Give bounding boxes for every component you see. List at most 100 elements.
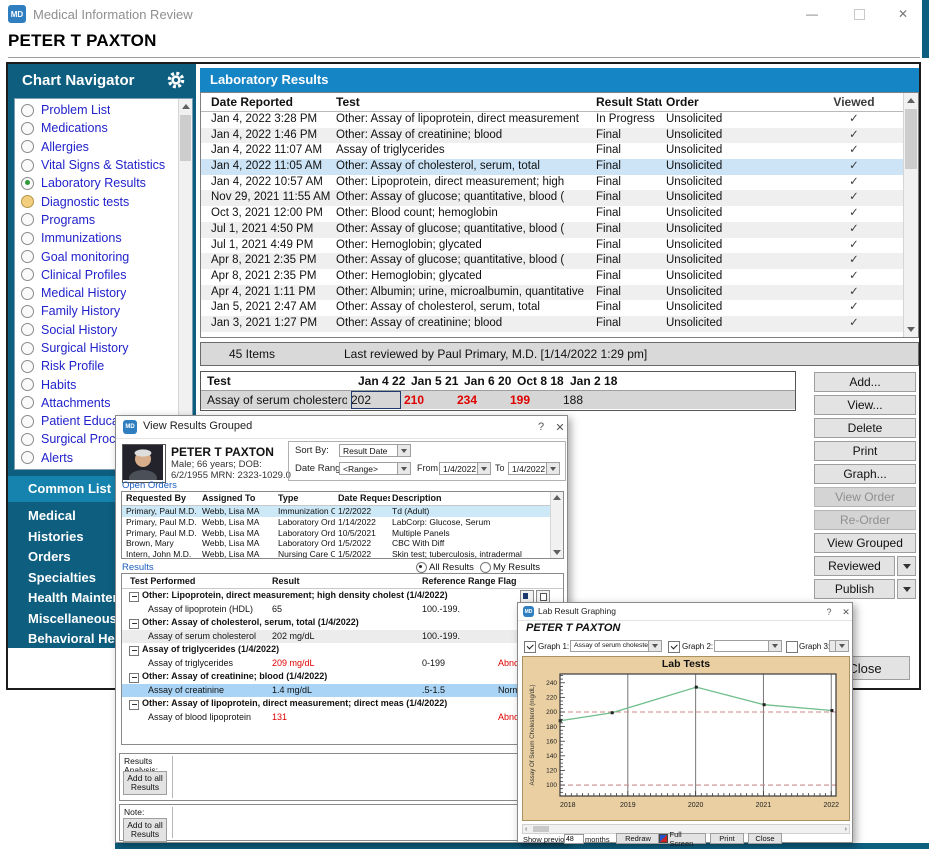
open-order-row[interactable]: Intern, John M.D.Webb, Lisa MANursing Ca… (122, 549, 563, 559)
collapse-icon[interactable] (129, 646, 139, 656)
dialog-close-button[interactable]: ✕ (838, 604, 854, 620)
result-group-row[interactable]: Other: Lipoprotein, direct measurement; … (122, 589, 563, 603)
table-row[interactable]: Oct 3, 2021 12:00 PMOther: Blood count; … (201, 206, 918, 222)
table-row[interactable]: Apr 8, 2021 2:35 PMOther: Assay of gluco… (201, 253, 918, 269)
lab-table-scrollbar[interactable] (903, 93, 918, 337)
scroll-left-icon[interactable]: ‹ (525, 826, 527, 833)
months-input[interactable] (564, 834, 584, 844)
minimize-button[interactable]: — (797, 4, 827, 24)
help-button[interactable]: ? (821, 604, 837, 620)
help-button[interactable]: ? (533, 419, 549, 435)
trend-data-row[interactable]: Assay of serum cholesterol 2022102341991… (201, 390, 795, 409)
scroll-up-icon[interactable] (553, 495, 561, 500)
collapse-icon[interactable] (129, 700, 139, 710)
sidebar-item-allergies[interactable]: Allergies (15, 138, 192, 156)
collapse-icon[interactable] (129, 673, 139, 683)
graph3-dropdown[interactable] (829, 640, 849, 652)
reviewed-button[interactable]: Reviewed (814, 556, 895, 576)
sidebar-item-immunizations[interactable]: Immunizations (15, 229, 192, 247)
open-order-row[interactable]: Brown, MaryWebb, Lisa MALaboratory Order… (122, 538, 563, 549)
results-analysis-textarea[interactable] (172, 756, 562, 798)
sidebar-item-problem-list[interactable]: Problem List (15, 101, 192, 119)
close-button[interactable]: ✕ (888, 4, 918, 24)
scroll-thumb[interactable] (905, 109, 917, 169)
publish-button[interactable]: Publish (814, 579, 895, 599)
table-row[interactable]: Nov 29, 2021 11:55 AMOther: Assay of glu… (201, 190, 918, 206)
redraw-button[interactable]: Redraw (616, 833, 660, 844)
graph1-checkbox[interactable] (524, 641, 536, 653)
scroll-thumb[interactable] (180, 115, 191, 161)
add-button[interactable]: Add... (814, 372, 916, 392)
sidebar-item-vital-signs-statistics[interactable]: Vital Signs & Statistics (15, 156, 192, 174)
result-group-row[interactable]: Other: Assay of creatinine; blood (1/4/2… (122, 670, 563, 684)
result-group-row[interactable]: Other: Assay of cholesterol, serum, tota… (122, 616, 563, 630)
table-row[interactable]: Apr 4, 2021 1:11 PMOther: Albumin; urine… (201, 285, 918, 301)
table-row[interactable]: Jan 4, 2022 3:28 PMOther: Assay of lipop… (201, 112, 918, 128)
sidebar-item-family-history[interactable]: Family History (15, 302, 192, 320)
scroll-down-icon[interactable] (907, 327, 915, 332)
open-order-row[interactable]: Primary, Paul M.D.Webb, Lisa MALaborator… (122, 528, 563, 539)
table-row[interactable]: Jan 4, 2022 1:46 PMOther: Assay of creat… (201, 128, 918, 144)
table-row[interactable]: Jan 5, 2021 2:47 AMOther: Assay of chole… (201, 300, 918, 316)
graph2-checkbox[interactable] (668, 641, 680, 653)
sidebar-item-clinical-profiles[interactable]: Clinical Profiles (15, 266, 192, 284)
collapse-icon[interactable] (129, 619, 139, 629)
graph-button[interactable]: Graph... (814, 464, 916, 484)
scroll-up-icon[interactable] (907, 98, 915, 103)
scroll-down-icon[interactable] (553, 550, 561, 555)
note-textarea[interactable] (172, 807, 562, 838)
date-range-dropdown[interactable]: <Range> (339, 462, 411, 475)
scroll-thumb[interactable] (533, 826, 549, 832)
view-grouped-button[interactable]: View Grouped (814, 533, 916, 553)
print-button[interactable]: Print (710, 833, 744, 844)
view-button[interactable]: View... (814, 395, 916, 415)
sidebar-item-risk-profile[interactable]: Risk Profile (15, 357, 192, 375)
sidebar-item-programs[interactable]: Programs (15, 211, 192, 229)
result-item-row[interactable]: Assay of triglycerides209 mg/dL0-199Abno… (122, 657, 563, 671)
table-row[interactable]: Jan 4, 2022 11:07 AMAssay of triglycerid… (201, 143, 918, 159)
result-item-row[interactable]: Assay of serum cholesterol202 mg/dL100.-… (122, 630, 563, 644)
scroll-right-icon[interactable]: › (845, 826, 847, 833)
my-results-radio[interactable] (480, 562, 491, 573)
print-button[interactable]: Print (814, 441, 916, 461)
graph1-dropdown[interactable]: Assay of serum cholesterol (570, 640, 662, 652)
open-orders-scrollbar[interactable] (550, 492, 563, 558)
sidebar-item-laboratory-results[interactable]: Laboratory Results (15, 174, 192, 192)
scroll-up-icon[interactable] (182, 104, 190, 109)
graph3-checkbox[interactable] (786, 641, 798, 653)
sidebar-item-social-history[interactable]: Social History (15, 321, 192, 339)
result-group-row[interactable]: Assay of triglycerides (1/4/2022) (122, 643, 563, 657)
table-row[interactable]: Jan 3, 2021 1:27 PMOther: Assay of creat… (201, 316, 918, 332)
dialog-close-button[interactable]: ✕ (552, 419, 568, 435)
table-row[interactable]: Jan 4, 2022 10:57 AMOther: Lipoprotein, … (201, 175, 918, 191)
sidebar-item-goal-monitoring[interactable]: Goal monitoring (15, 247, 192, 265)
table-row[interactable]: Jul 1, 2021 4:49 PMOther: Hemoglobin; gl… (201, 238, 918, 254)
full-screen-button[interactable]: Full Screen (658, 833, 706, 844)
sidebar-item-medical-history[interactable]: Medical History (15, 284, 192, 302)
sidebar-scrollbar[interactable] (178, 99, 192, 469)
sidebar-item-habits[interactable]: Habits (15, 375, 192, 393)
open-order-row[interactable]: Primary, Paul M.D.Webb, Lisa MALaborator… (122, 517, 563, 528)
from-date-dropdown[interactable]: 1/4/2022 (439, 462, 491, 475)
result-item-row[interactable]: Assay of creatinine1.4 mg/dL.5-1.5Normal (122, 684, 563, 698)
sort-by-dropdown[interactable]: Result Date (339, 444, 411, 457)
add-to-all-results-button[interactable]: Add to all Results (123, 818, 167, 842)
sidebar-item-diagnostic-tests[interactable]: Diagnostic tests (15, 192, 192, 210)
table-row[interactable]: Jan 4, 2022 11:05 AMOther: Assay of chol… (201, 159, 918, 175)
sidebar-item-medications[interactable]: Medications (15, 119, 192, 137)
result-group-row[interactable]: Other: Assay of lipoprotein, direct meas… (122, 697, 563, 711)
result-item-row[interactable]: Assay of blood lipoprotein131Abnormal (122, 711, 563, 725)
sidebar-item-attachments[interactable]: Attachments (15, 394, 192, 412)
delete-button[interactable]: Delete (814, 418, 916, 438)
table-row[interactable]: Jul 1, 2021 4:50 PMOther: Assay of gluco… (201, 222, 918, 238)
maximize-button[interactable] (844, 4, 874, 24)
add-to-all-results-button[interactable]: Add to all Results (123, 771, 167, 795)
result-item-row[interactable]: Assay of lipoprotein (HDL)65100.-199. (122, 603, 563, 617)
dialog-close-button2[interactable]: Close (748, 833, 782, 844)
collapse-icon[interactable] (129, 592, 139, 602)
graph2-dropdown[interactable] (714, 640, 782, 652)
sidebar-item-surgical-history[interactable]: Surgical History (15, 339, 192, 357)
reviewed-dropdown-button[interactable] (897, 556, 916, 576)
gear-icon[interactable] (166, 70, 186, 90)
table-row[interactable]: Apr 8, 2021 2:35 PMOther: Hemoglobin; gl… (201, 269, 918, 285)
